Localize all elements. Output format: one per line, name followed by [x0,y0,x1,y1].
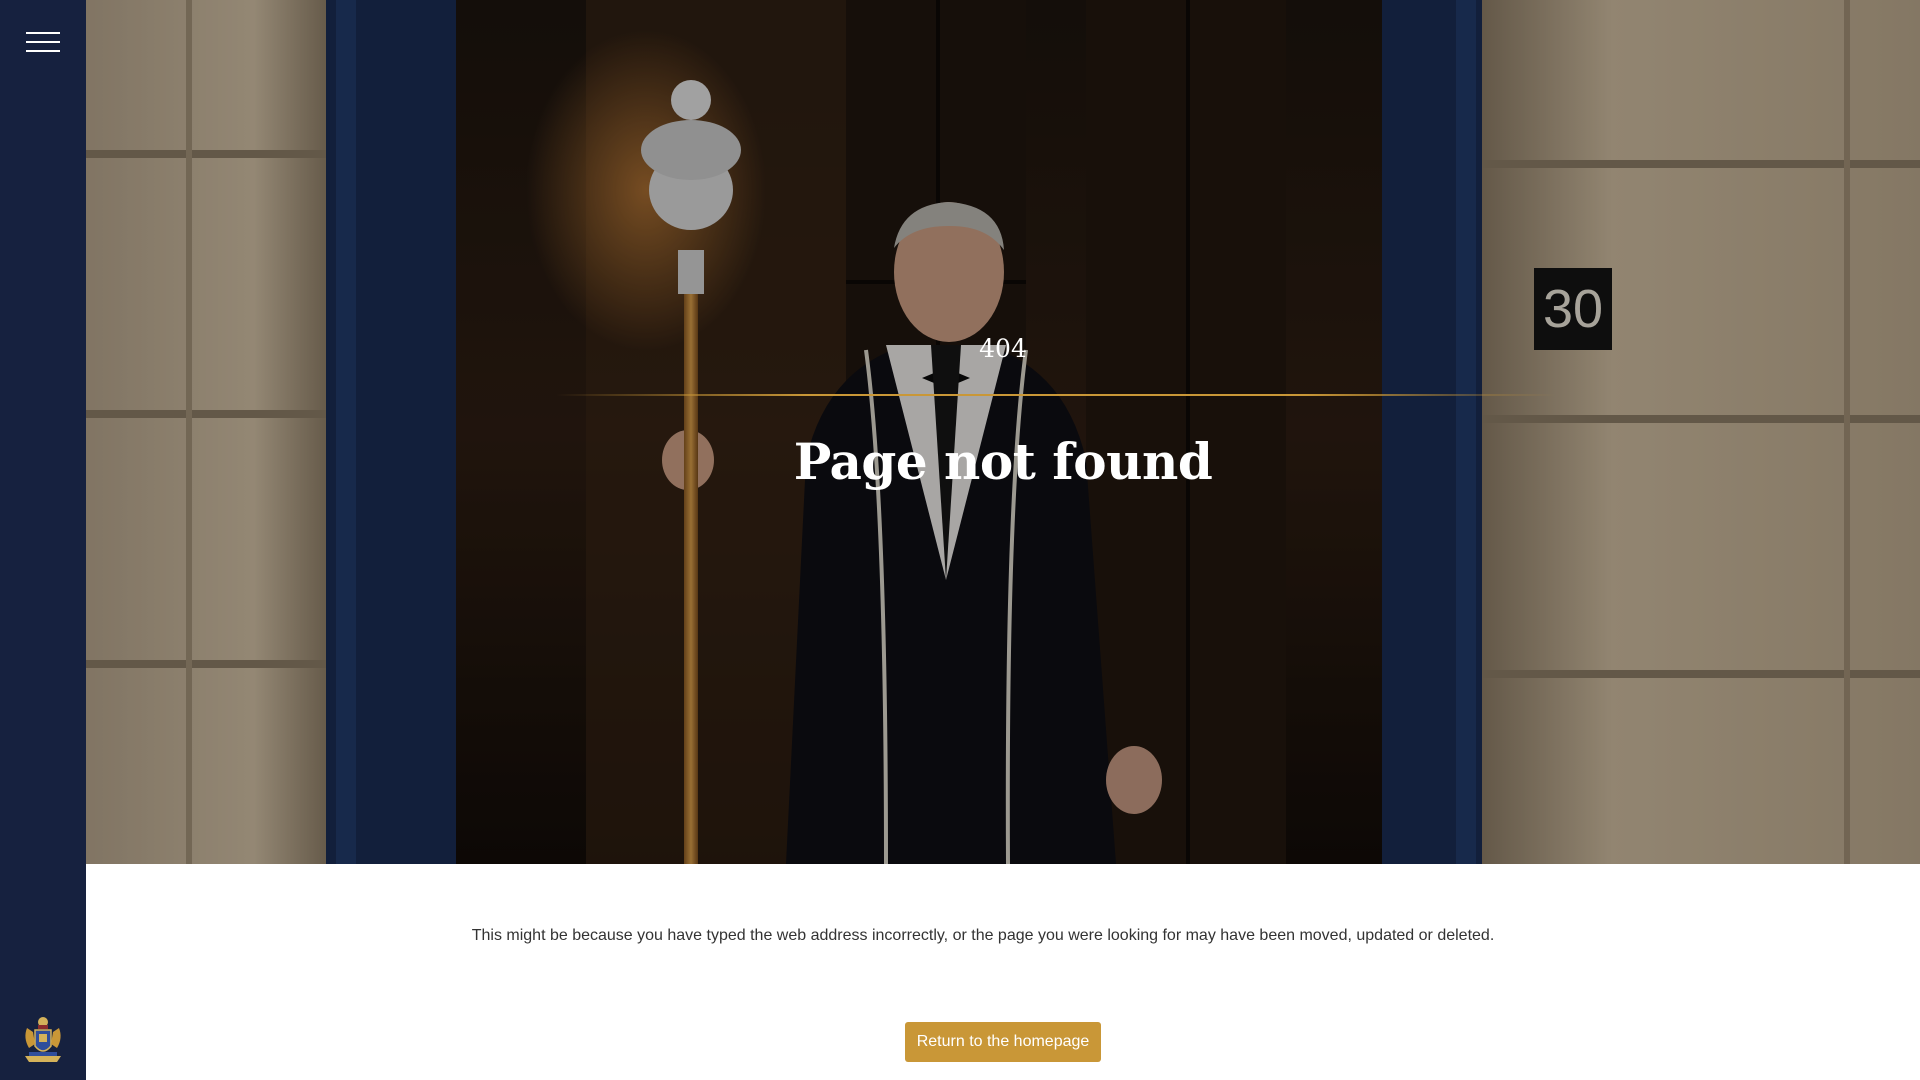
return-home-button[interactable]: Return to the homepage [905,1022,1101,1062]
divider-line [556,394,1556,396]
menu-line [26,41,60,43]
hero-banner: 30 404 Page not found [86,0,1920,864]
coat-of-arms-icon[interactable] [19,1012,67,1066]
sidebar [0,0,86,1080]
page-title: Page not found [793,432,1213,491]
hamburger-menu-icon[interactable] [22,28,64,58]
menu-line [26,50,60,52]
error-code: 404 [979,334,1027,363]
menu-line [26,32,60,34]
error-message: This might be because you have typed the… [471,927,1495,944]
